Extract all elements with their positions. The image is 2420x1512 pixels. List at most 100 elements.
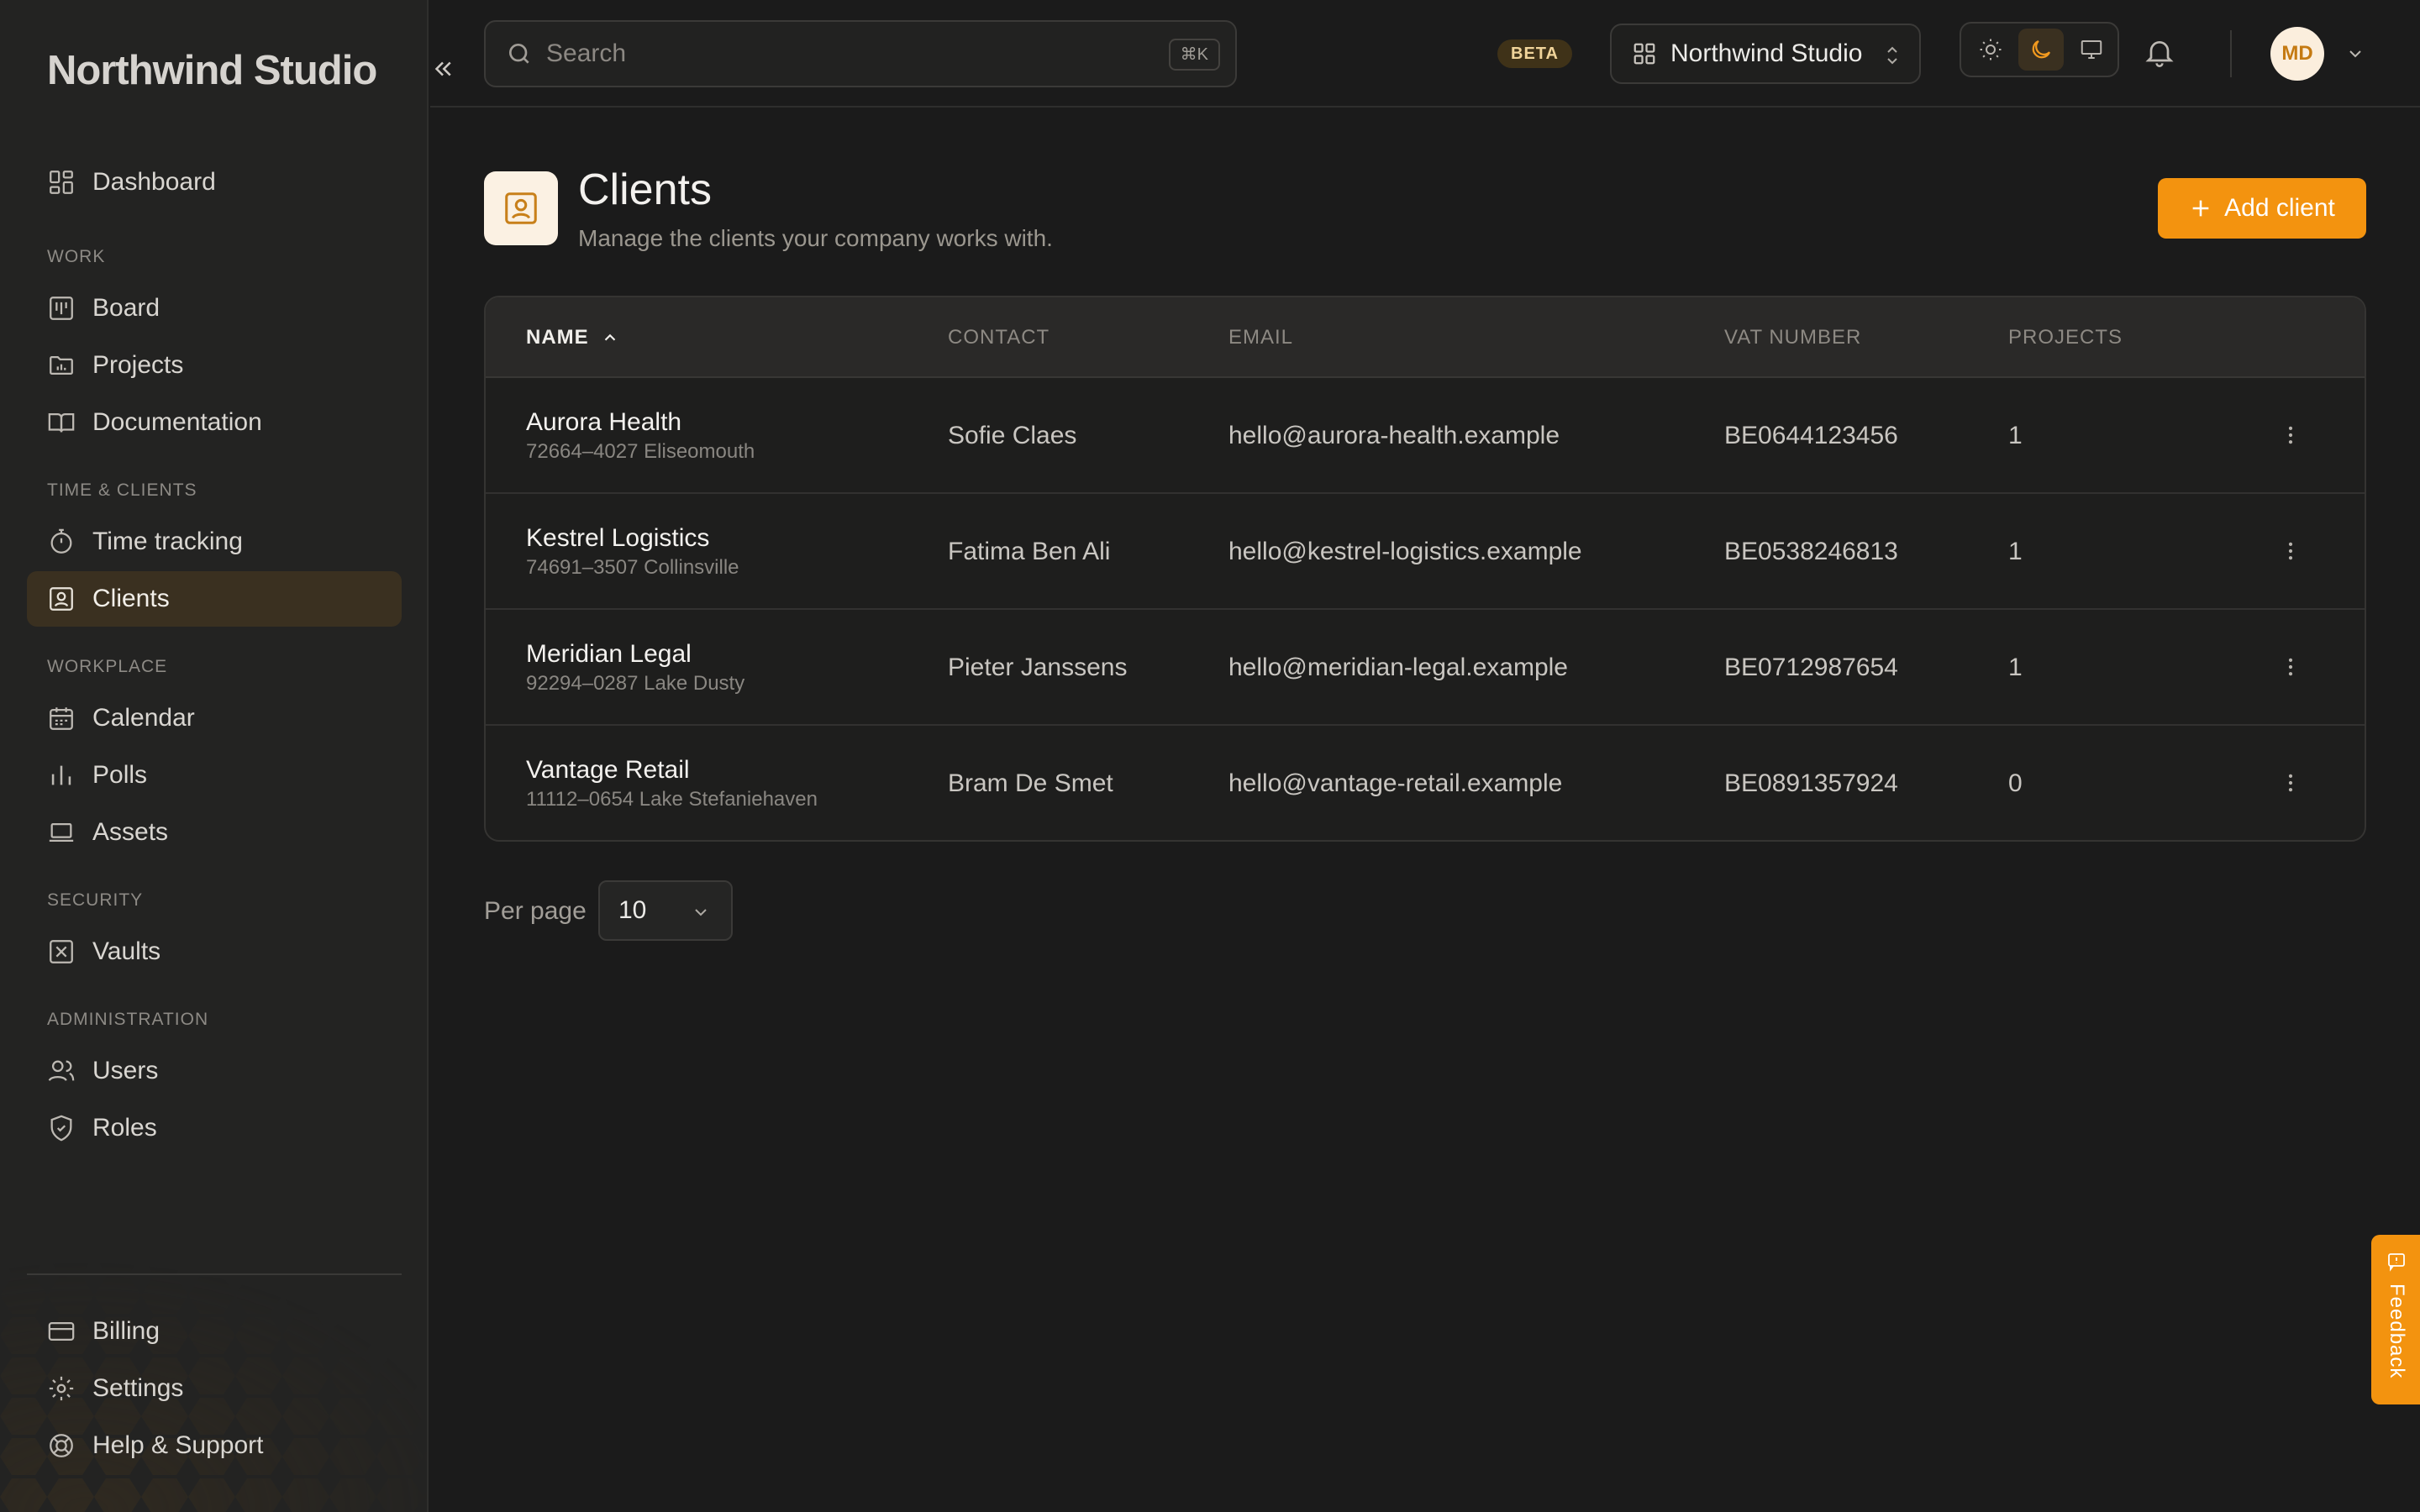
sidebar-item-roles[interactable]: Roles	[27, 1100, 402, 1156]
column-header-name[interactable]: NAME	[526, 326, 619, 349]
collapse-sidebar-icon[interactable]	[430, 52, 455, 86]
notifications-bell-icon[interactable]	[2143, 35, 2176, 69]
sidebar-item-vaults[interactable]: Vaults	[27, 924, 402, 979]
search-input[interactable]	[546, 39, 1235, 68]
section-heading-time-clients: TIME & CLIENTS	[47, 480, 197, 500]
client-project-count: 1	[2008, 654, 2023, 681]
row-actions-menu-icon[interactable]	[2279, 766, 2302, 800]
sidebar-item-clients[interactable]: Clients	[27, 571, 402, 627]
feedback-label: Feedback	[2386, 1284, 2408, 1379]
table-row[interactable]: Kestrel Logistics 74691–3507 Collinsvill…	[486, 494, 2365, 610]
search-shortcut-hint: ⌘K	[1168, 39, 1220, 71]
row-actions-menu-icon[interactable]	[2279, 534, 2302, 568]
client-address: 74691–3507 Collinsville	[526, 556, 739, 579]
sidebar-item-billing[interactable]: Billing	[27, 1304, 402, 1359]
column-header-email[interactable]: EMAIL	[1228, 326, 1293, 349]
client-contact: Sofie Claes	[948, 422, 1077, 449]
sidebar-item-label: Board	[92, 294, 160, 322]
calendar-icon	[50, 707, 73, 730]
client-contact: Pieter Janssens	[948, 654, 1128, 681]
per-page-select[interactable]: 10	[598, 880, 733, 941]
page-subtitle: Manage the clients your company works wi…	[578, 225, 1053, 251]
sidebar-item-polls[interactable]: Polls	[27, 748, 402, 803]
client-name[interactable]: Meridian Legal	[526, 640, 692, 669]
page-icon	[484, 171, 558, 245]
book-icon	[48, 412, 75, 433]
client-vat-number: BE0712987654	[1724, 654, 1898, 681]
client-email: hello@meridian-legal.example	[1228, 654, 1568, 681]
client-email: hello@aurora-health.example	[1228, 422, 1560, 449]
sidebar-item-users[interactable]: Users	[27, 1043, 402, 1099]
feedback-tab[interactable]: Feedback	[2371, 1235, 2420, 1404]
contact-card-icon	[50, 587, 73, 611]
add-client-label: Add client	[2224, 194, 2335, 222]
client-name[interactable]: Vantage Retail	[526, 756, 690, 785]
client-name[interactable]: Aurora Health	[526, 408, 681, 437]
table-row[interactable]: Aurora Health 72664–4027 Eliseomouth Sof…	[486, 378, 2365, 494]
sidebar-item-help-support[interactable]: Help & Support	[27, 1418, 402, 1473]
row-actions-menu-icon[interactable]	[2279, 650, 2302, 684]
per-page-label: Per page	[484, 897, 587, 925]
sidebar-item-label: Settings	[92, 1374, 184, 1402]
folder-chart-icon	[50, 355, 73, 375]
sidebar-item-label: Assets	[92, 818, 169, 846]
sort-ascending-icon	[604, 333, 615, 341]
contact-card-icon	[505, 192, 537, 224]
row-actions-menu-icon[interactable]	[2279, 418, 2302, 452]
vault-icon	[50, 940, 73, 963]
sidebar-item-label: Projects	[92, 351, 184, 379]
column-header-vat-number[interactable]: VAT NUMBER	[1724, 326, 1861, 349]
section-heading-workplace: WORKPLACE	[47, 657, 168, 676]
chevron-up-down-icon	[1887, 46, 1897, 65]
sidebar-item-settings[interactable]: Settings	[27, 1361, 402, 1416]
monitor-icon	[2081, 40, 2102, 59]
sidebar-item-label: Clients	[92, 585, 170, 612]
theme-light-button[interactable]	[1968, 29, 2013, 71]
moon-icon	[2032, 39, 2051, 59]
stopwatch-icon	[50, 528, 72, 554]
sidebar-item-label: Calendar	[92, 704, 195, 732]
table-row[interactable]: Meridian Legal 92294–0287 Lake Dusty Pie…	[486, 610, 2365, 726]
users-icon	[48, 1060, 75, 1081]
sidebar-item-documentation[interactable]: Documentation	[27, 395, 402, 450]
sidebar-item-board[interactable]: Board	[27, 281, 402, 336]
organization-switcher[interactable]: Northwind Studio	[1610, 24, 1921, 84]
column-header-projects[interactable]: PROJECTS	[2008, 326, 2123, 349]
kanban-board-icon	[50, 297, 73, 320]
add-client-button[interactable]: Add client	[2158, 178, 2366, 239]
client-name[interactable]: Kestrel Logistics	[526, 524, 709, 553]
clients-table: NAME CONTACT EMAIL VAT NUMBER PROJECTS A…	[484, 296, 2366, 842]
client-email: hello@kestrel-logistics.example	[1228, 538, 1582, 565]
sidebar-item-time-tracking[interactable]: Time tracking	[27, 514, 402, 570]
sidebar-item-calendar[interactable]: Calendar	[27, 690, 402, 746]
client-contact: Bram De Smet	[948, 769, 1113, 797]
organization-name: Northwind Studio	[1670, 39, 1863, 67]
sidebar-item-label: Dashboard	[92, 168, 216, 196]
sidebar-divider	[27, 1273, 402, 1275]
chevron-down-icon	[695, 909, 707, 916]
search-box[interactable]: ⌘K	[484, 20, 1237, 87]
table-row[interactable]: Vantage Retail 11112–0654 Lake Stefanieh…	[486, 726, 2365, 840]
column-header-contact[interactable]: CONTACT	[948, 326, 1050, 349]
laptop-icon	[49, 822, 74, 843]
user-avatar[interactable]: MD	[2270, 27, 2324, 81]
topbar-divider	[2230, 30, 2232, 77]
client-vat-number: BE0891357924	[1724, 769, 1898, 797]
client-vat-number: BE0644123456	[1724, 422, 1898, 449]
sidebar-item-projects[interactable]: Projects	[27, 338, 402, 393]
theme-switcher	[1960, 22, 2119, 77]
sidebar-item-assets[interactable]: Assets	[27, 805, 402, 860]
lifebuoy-icon	[50, 1434, 73, 1457]
section-heading-security: SECURITY	[47, 890, 144, 910]
chevron-down-icon[interactable]	[2344, 44, 2366, 64]
client-vat-number: BE0538246813	[1724, 538, 1898, 565]
sidebar-item-dashboard[interactable]: Dashboard	[27, 155, 402, 210]
theme-system-button[interactable]	[2069, 29, 2114, 71]
client-address: 11112–0654 Lake Stefaniehaven	[526, 788, 818, 811]
sidebar-item-label: Documentation	[92, 408, 262, 436]
feedback-message-icon	[2388, 1253, 2405, 1272]
client-project-count: 1	[2008, 538, 2023, 565]
brand-name[interactable]: Northwind Studio	[47, 47, 377, 94]
theme-dark-button[interactable]	[2018, 29, 2064, 71]
client-address: 72664–4027 Eliseomouth	[526, 440, 755, 463]
